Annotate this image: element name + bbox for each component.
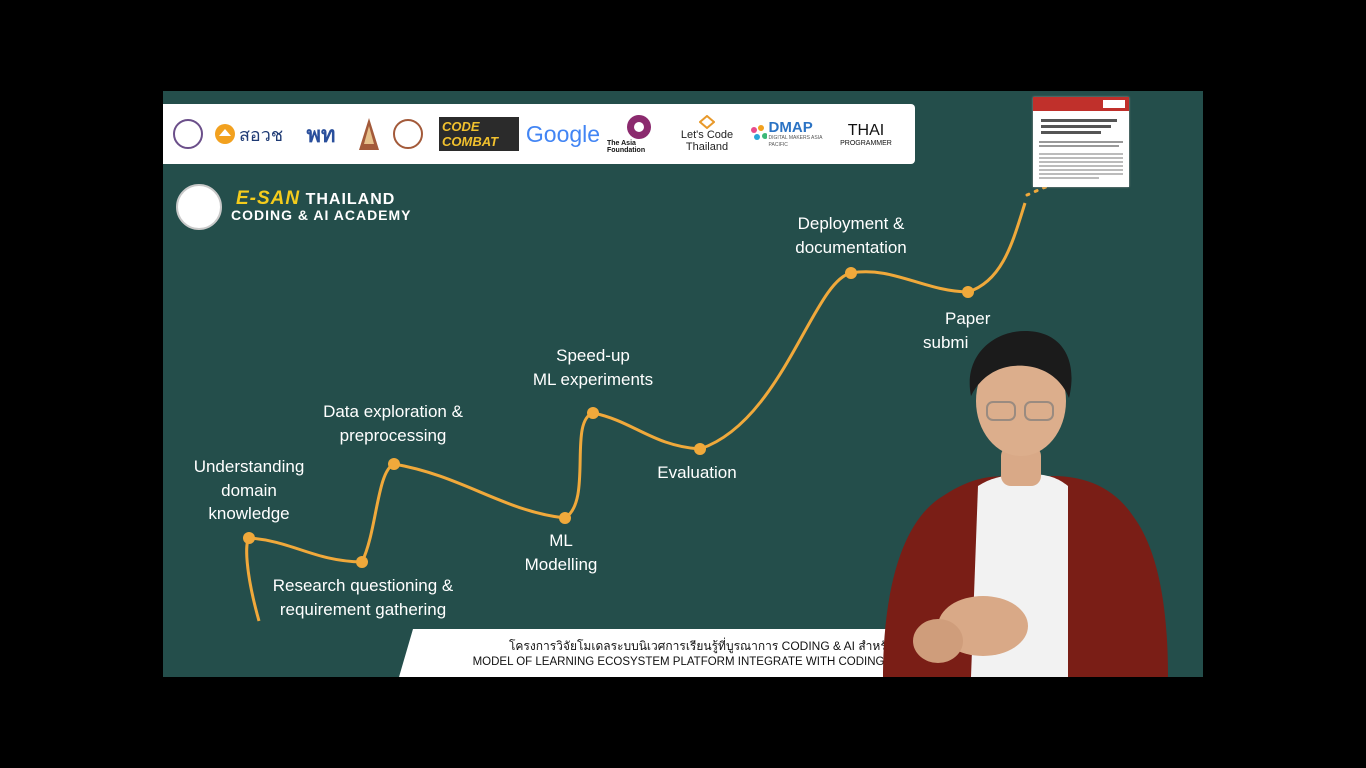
milestone-dot <box>694 443 706 455</box>
project-banner: โครงการวิจัยโมเดลระบบนิเวศการเรียนรู้ที่… <box>399 629 919 677</box>
step-label-line: requirement gathering <box>279 599 447 619</box>
step-label-line: documentation <box>795 237 907 257</box>
step-label-line: Understanding <box>193 457 305 476</box>
step-label-line: domain <box>221 480 277 500</box>
step-deployment-documentation: Deployment & documentation <box>771 212 931 259</box>
paper-thumbnail-image <box>1033 97 1129 187</box>
step-label-line: Speed-up <box>556 346 630 365</box>
milestone-dot <box>356 556 368 568</box>
step-evaluation: Evaluation <box>642 461 752 485</box>
banner-thai-text: โครงการวิจัยโมเดลระบบนิเวศการเรียนรู้ที่… <box>508 639 919 653</box>
step-label-line: Research questioning & <box>272 576 454 595</box>
presenter-hand <box>913 619 963 663</box>
step-label-line: Data exploration & <box>323 402 463 421</box>
step-understanding-domain: Understanding domain knowledge <box>183 455 315 526</box>
step-speed-up-experiments: Speed-up ML experiments <box>518 344 668 391</box>
milestone-dot <box>388 458 400 470</box>
step-data-exploration: Data exploration & preprocessing <box>303 400 483 447</box>
milestone-dot <box>587 407 599 419</box>
banner-english-text: MODEL OF LEARNING ECOSYSTEM PLATFORM INT… <box>472 656 919 668</box>
presentation-slide: สอวช พท CODE COMBAT Google The Asia Foun… <box>163 91 1203 677</box>
step-label-line: Evaluation <box>657 463 737 482</box>
step-research-questioning: Research questioning & requirement gathe… <box>263 574 463 621</box>
step-label-line: ML <box>549 531 573 550</box>
milestone-dot <box>845 267 857 279</box>
step-label-line: Modelling <box>524 554 598 574</box>
milestone-dot <box>243 532 255 544</box>
milestone-dot <box>962 286 974 298</box>
step-label-line: ML experiments <box>532 369 654 389</box>
paper-page-icon <box>1033 97 1129 179</box>
presenter-video-overlay <box>883 331 1168 677</box>
step-ml-modelling: ML Modelling <box>506 529 616 576</box>
step-label-line: Deployment & <box>797 214 905 233</box>
milestone-dot <box>559 512 571 524</box>
step-label-line: knowledge <box>208 504 290 523</box>
step-label-line: preprocessing <box>339 425 447 445</box>
